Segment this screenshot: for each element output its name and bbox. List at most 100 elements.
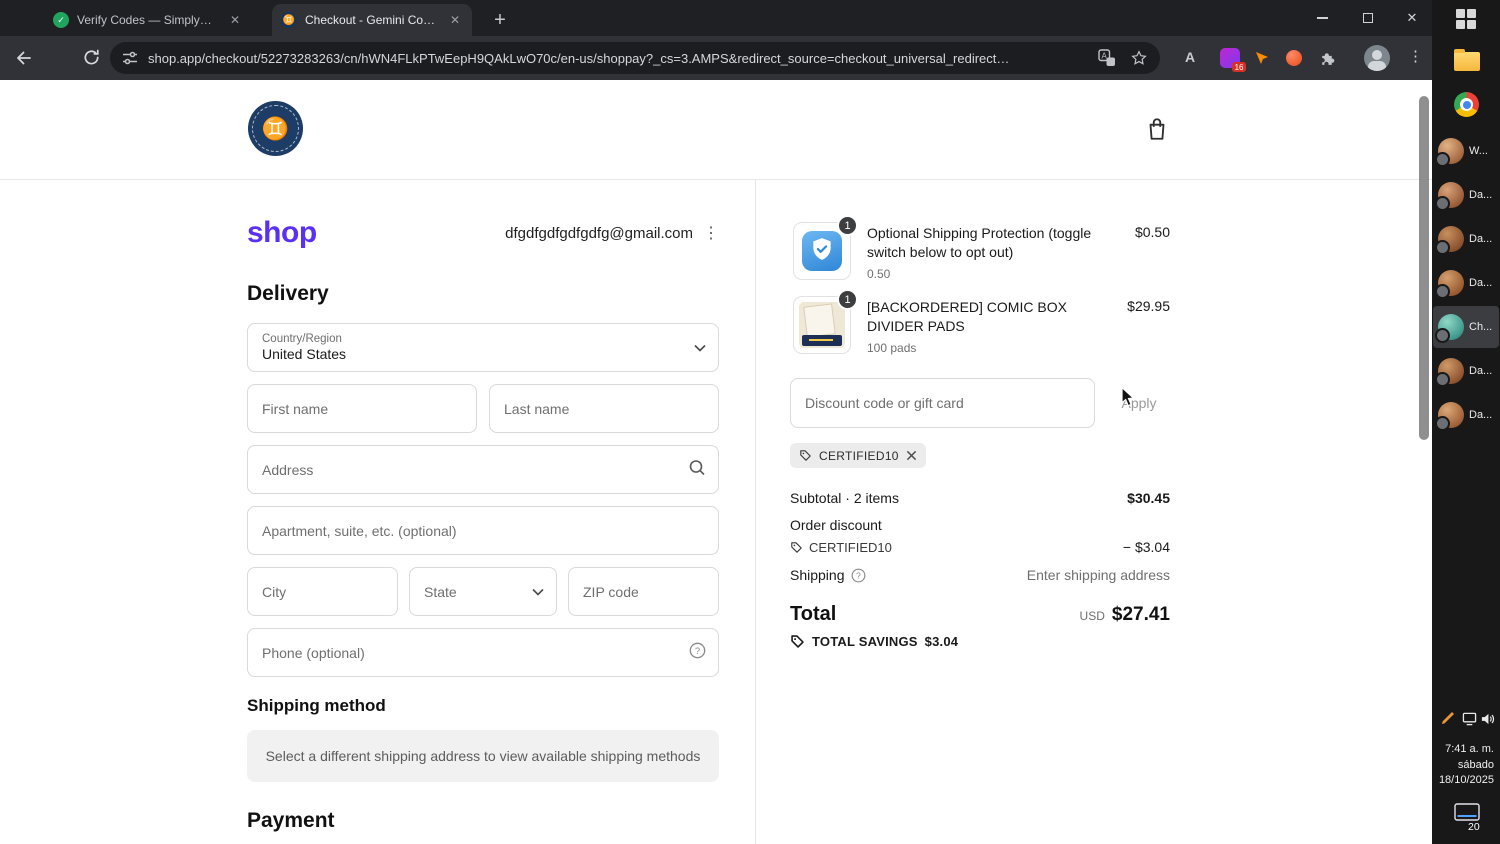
site-settings-icon[interactable] <box>122 50 138 66</box>
customer-email: dfgdfgdfgdfgdfg@gmail.com <box>505 224 693 242</box>
taskbar-window-7[interactable]: Da... <box>1433 394 1499 436</box>
tab-close-icon[interactable]: ✕ <box>227 12 243 28</box>
tab-title: Verify Codes — SimplyCodes <box>77 13 219 27</box>
extension-badge: 16 <box>1232 62 1246 72</box>
country-select[interactable]: Country/Region United States <box>247 323 719 372</box>
address-bar[interactable]: shop.app/checkout/52273283263/cn/hWN4FLk… <box>110 42 1160 74</box>
payment-heading: Payment <box>247 809 335 832</box>
last-name-field[interactable] <box>489 384 719 433</box>
clock-day: sábado <box>1457 758 1494 771</box>
window-avatar <box>1435 314 1464 343</box>
phone-field[interactable]: ? <box>247 628 719 677</box>
chrome-icon[interactable] <box>1454 92 1479 117</box>
total-currency: USD <box>1079 609 1105 623</box>
order-summary: 1 Optional Shipping Protection (toggle s… <box>790 80 1170 844</box>
account-menu-icon[interactable]: ⋮ <box>703 223 719 243</box>
screen: ✓ Verify Codes — SimplyCodes ✕ ♊ Checkou… <box>0 0 1500 844</box>
new-tab-button[interactable]: + <box>486 6 514 34</box>
checkout-page: ♊ shop dfgdfgdfgdfgdfg@gmail.com ⋮ Deliv… <box>0 80 1432 844</box>
shipping-method-notice: Select a different shipping address to v… <box>247 730 719 782</box>
extension-red-icon[interactable] <box>1286 50 1302 66</box>
discount-chip-code: CERTIFIED10 <box>819 448 899 463</box>
cart-item-shipping-protection: 1 Optional Shipping Protection (toggle s… <box>790 215 1170 284</box>
refresh-icon[interactable] <box>82 48 101 72</box>
window-close-button[interactable]: ✕ <box>1392 0 1432 36</box>
extension-a-icon[interactable]: A <box>1185 49 1195 65</box>
clock-time: 7:41 a. m. <box>1445 743 1494 755</box>
order-discount-label: Order discount <box>790 517 882 533</box>
chevron-down-icon <box>694 339 706 357</box>
system-clock[interactable]: 7:41 a. m. sábado 18/10/2025 <box>1434 742 1494 789</box>
delivery-heading: Delivery <box>247 282 329 305</box>
order-discount-code: CERTIFIED10 <box>809 539 892 555</box>
address-field[interactable] <box>247 445 719 494</box>
savings-value: $3.04 <box>924 634 959 649</box>
item-price: $0.50 <box>1134 224 1170 240</box>
discount-code-field[interactable] <box>790 378 1095 428</box>
pen-icon[interactable] <box>1440 710 1456 731</box>
cart-item-divider-pads: 1 [BACKORDERED] COMIC BOX DIVIDER PADS 1… <box>790 289 1170 358</box>
item-note: 100 pads <box>867 340 917 355</box>
window-avatar <box>1435 138 1464 167</box>
extension-purple-icon[interactable]: 16 <box>1220 48 1246 72</box>
chevron-down-icon <box>532 583 544 601</box>
order-discount-code-row: CERTIFIED10 − $3.04 <box>790 539 1170 555</box>
first-name-field[interactable] <box>247 384 477 433</box>
extension-pointer-icon[interactable] <box>1254 50 1270 71</box>
help-icon[interactable]: ? <box>851 568 866 583</box>
url-text: shop.app/checkout/52273283263/cn/hWN4FLk… <box>148 50 1018 66</box>
taskbar-window-2[interactable]: Da... <box>1433 174 1499 216</box>
store-logo[interactable]: ♊ <box>248 101 303 156</box>
shop-account-row: shop dfgdfgdfgdfgdfg@gmail.com ⋮ <box>247 214 719 252</box>
side-taskbar: W... Da... Da... Da... Ch... Da... Da... <box>1432 0 1500 844</box>
apartment-field[interactable] <box>247 506 719 555</box>
browser-menu-icon[interactable]: ⋮ <box>1408 47 1423 65</box>
shipping-value: Enter shipping address <box>1026 567 1170 583</box>
country-label: Country/Region <box>262 333 342 345</box>
tab-close-icon[interactable]: ✕ <box>447 12 463 28</box>
shipping-row: Shipping ? Enter shipping address <box>790 567 1170 583</box>
quantity-badge: 1 <box>837 289 858 310</box>
profile-avatar[interactable] <box>1364 45 1390 71</box>
taskbar-window-6[interactable]: Da... <box>1433 350 1499 392</box>
item-image-divider-pads: 1 <box>793 289 858 354</box>
app-grid-icon[interactable] <box>1456 9 1476 29</box>
browser-window: ✓ Verify Codes — SimplyCodes ✕ ♊ Checkou… <box>0 0 1432 844</box>
item-title: [BACKORDERED] COMIC BOX DIVIDER PADS <box>867 299 1067 335</box>
city-field[interactable] <box>247 567 398 616</box>
extensions-puzzle-icon[interactable] <box>1318 49 1337 73</box>
item-image-shipping-protection: 1 <box>793 215 858 280</box>
page-scrollbar[interactable] <box>1419 96 1429 440</box>
translate-icon[interactable]: A <box>1098 49 1116 67</box>
tab-simplycodes[interactable]: ✓ Verify Codes — SimplyCodes ✕ <box>44 4 252 36</box>
shipping-label: Shipping <box>790 567 845 583</box>
remove-discount-icon[interactable] <box>906 450 917 461</box>
tab-title: Checkout - Gemini Comic Supp <box>305 13 439 27</box>
window-label: W... <box>1469 145 1488 157</box>
window-label: Da... <box>1469 233 1493 245</box>
taskbar-window-1[interactable]: W... <box>1433 130 1499 172</box>
tab-checkout[interactable]: ♊ Checkout - Gemini Comic Supp ✕ <box>272 4 472 36</box>
maximize-button[interactable] <box>1346 0 1390 36</box>
window-label: Da... <box>1469 409 1493 421</box>
applied-discount-chip: CERTIFIED10 <box>790 443 926 468</box>
total-label: Total <box>790 603 837 625</box>
svg-text:?: ? <box>856 570 861 580</box>
simplycodes-favicon: ✓ <box>53 12 69 28</box>
volume-icon[interactable] <box>1480 712 1495 731</box>
shop-pay-logo[interactable]: shop <box>247 216 317 250</box>
state-select[interactable]: State <box>409 567 557 616</box>
minimize-button[interactable] <box>1300 0 1344 36</box>
file-explorer-icon[interactable] <box>1454 49 1480 71</box>
zip-field[interactable] <box>568 567 719 616</box>
apply-discount-button[interactable]: Apply <box>1108 378 1170 428</box>
taskbar-window-4[interactable]: Da... <box>1433 262 1499 304</box>
taskbar-window-5-active[interactable]: Ch... <box>1433 306 1499 348</box>
back-icon[interactable] <box>14 48 34 73</box>
taskbar-window-3[interactable]: Da... <box>1433 218 1499 260</box>
bookmark-star-icon[interactable] <box>1130 49 1148 67</box>
display-icon[interactable] <box>1462 712 1477 731</box>
item-note: 0.50 <box>867 266 891 281</box>
shield-icon <box>809 236 835 267</box>
tag-icon <box>799 449 812 462</box>
